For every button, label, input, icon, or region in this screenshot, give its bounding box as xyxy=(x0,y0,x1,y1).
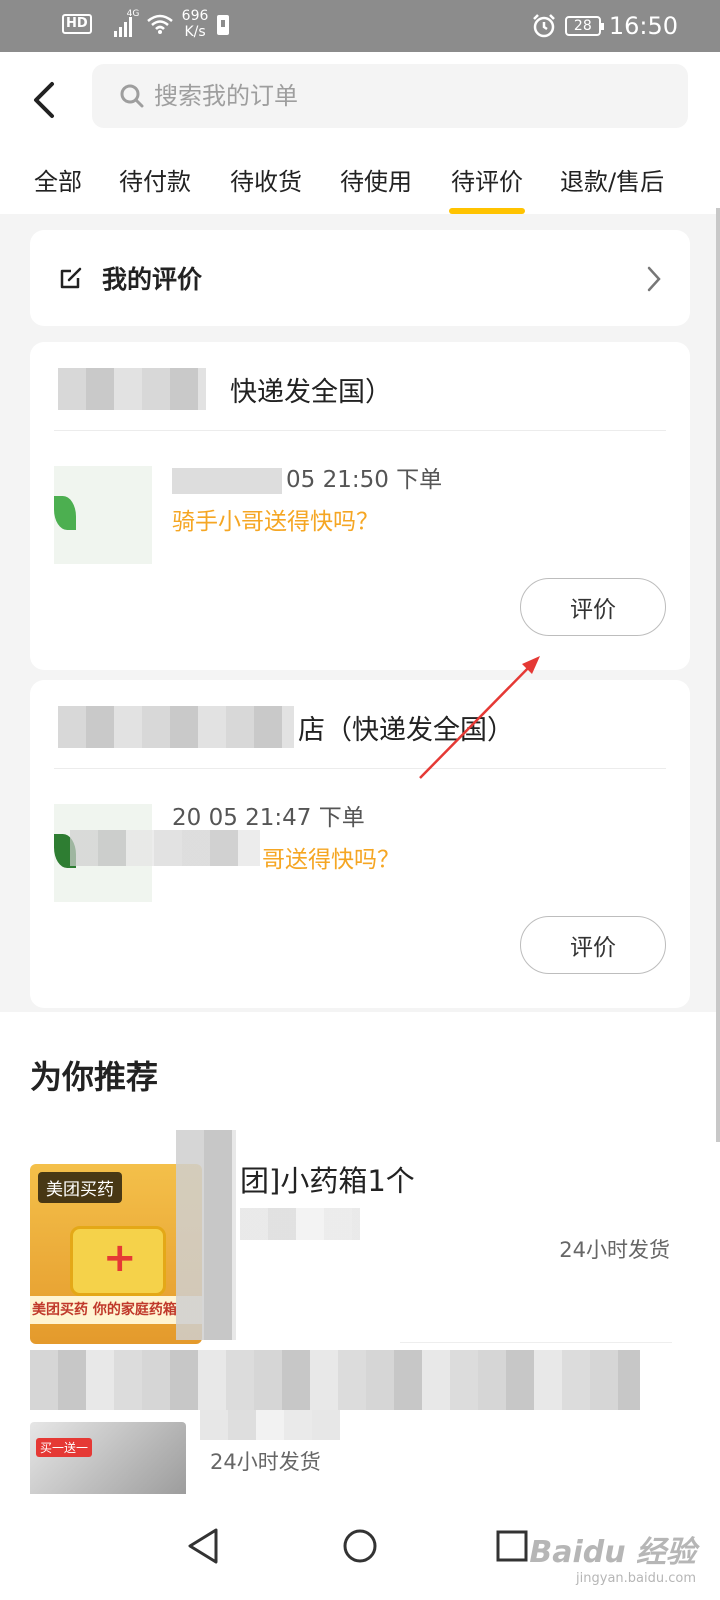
shipping-label: 24小时发货 xyxy=(210,1450,321,1474)
blurred-region xyxy=(58,368,206,410)
back-button[interactable] xyxy=(24,72,64,128)
blurred-region xyxy=(172,467,282,494)
order-time: 05 21:50 下单 xyxy=(172,460,442,494)
alarm-icon xyxy=(532,14,555,38)
blurred-region xyxy=(200,1410,340,1440)
order-time: 20 05 21:47 下单 xyxy=(172,805,365,831)
nav-back-icon[interactable] xyxy=(186,1526,220,1566)
recommend-title: 为你推荐 xyxy=(30,1058,159,1096)
search-icon xyxy=(120,84,144,108)
order-tabs: 全部 待付款 待收货 待使用 待评价 退款/售后 xyxy=(0,162,720,214)
edit-icon xyxy=(60,267,82,289)
divider xyxy=(54,430,666,431)
watermark: Baidu 经验 jingyan.baidu.com xyxy=(529,1527,696,1586)
blurred-region xyxy=(240,1208,360,1240)
chevron-left-icon xyxy=(34,82,54,118)
clock: 16:50 xyxy=(608,12,678,40)
watermark-url: jingyan.baidu.com xyxy=(576,1571,696,1586)
shop-name-text: 快递发全国） xyxy=(230,377,392,408)
product-tag: 买一送一 xyxy=(36,1438,93,1457)
blurred-region xyxy=(176,1130,236,1340)
nav-recents-icon[interactable] xyxy=(494,1526,530,1566)
order-card: 快递发全国） 05 21:50 下单 骑手小哥送得快吗？ 评价 xyxy=(30,342,690,670)
tab-pending-receipt[interactable]: 待收货 xyxy=(230,162,302,197)
signal-icon: 4G xyxy=(100,9,139,37)
chevron-right-icon xyxy=(647,266,661,292)
header: 全部 待付款 待收货 待使用 待评价 退款/售后 xyxy=(0,52,720,214)
wifi-icon xyxy=(146,14,173,34)
product-image[interactable]: 买一送一 xyxy=(30,1422,186,1502)
search-bar[interactable] xyxy=(92,64,688,128)
sim-icon xyxy=(217,15,230,35)
tab-pending-payment[interactable]: 待付款 xyxy=(119,162,191,197)
product-thumbnail[interactable] xyxy=(54,466,152,564)
rider-question[interactable]: 哥送得快吗？ xyxy=(262,840,400,874)
battery-icon: 28 xyxy=(564,16,604,36)
blurred-region xyxy=(58,706,294,748)
shop-name-text: 店（快递发全国） xyxy=(298,715,514,746)
status-right: 28 16:50 xyxy=(531,12,678,40)
shop-name[interactable]: 快递发全国） xyxy=(58,368,658,410)
order-card: 店（快递发全国） 20 05 21:47 下单 哥送得快吗？ 评价 xyxy=(30,680,690,1008)
search-input[interactable] xyxy=(154,82,634,110)
product-tag: 美团买药 xyxy=(38,1172,122,1203)
hd-badge: HD xyxy=(62,14,92,34)
review-button[interactable]: 评价 xyxy=(520,916,666,974)
blurred-region xyxy=(30,1350,640,1410)
my-reviews-label: 我的评价 xyxy=(102,265,203,294)
tab-all[interactable]: 全部 xyxy=(34,162,82,197)
product-name[interactable]: 团]小药箱1个 xyxy=(240,1158,415,1200)
scrollbar[interactable] xyxy=(716,208,720,1142)
blurred-region xyxy=(70,830,260,866)
divider xyxy=(400,1342,672,1343)
tab-refund[interactable]: 退款/售后 xyxy=(560,162,664,197)
shop-name[interactable]: 店（快递发全国） xyxy=(58,706,658,748)
status-left: HD 4G 696 K/s xyxy=(62,8,230,40)
my-reviews-card[interactable]: 我的评价 xyxy=(30,230,690,326)
watermark-logo: Baidu 经验 xyxy=(529,1535,696,1570)
shipping-label: 24小时发货 xyxy=(559,1238,670,1262)
system-nav-bar: Baidu 经验 jingyan.baidu.com xyxy=(0,1494,720,1600)
brand-logo-icon xyxy=(54,496,76,530)
divider xyxy=(54,768,666,769)
rider-question[interactable]: 骑手小哥送得快吗？ xyxy=(172,502,379,536)
tab-pending-use[interactable]: 待使用 xyxy=(340,162,412,197)
nav-home-icon[interactable] xyxy=(340,1526,380,1566)
medicine-box-icon xyxy=(70,1226,166,1296)
status-bar: HD 4G 696 K/s 28 16:50 xyxy=(0,0,720,52)
tab-pending-review[interactable]: 待评价 xyxy=(449,162,525,214)
review-button[interactable]: 评价 xyxy=(520,578,666,636)
net-speed: 696 K/s xyxy=(181,8,209,40)
